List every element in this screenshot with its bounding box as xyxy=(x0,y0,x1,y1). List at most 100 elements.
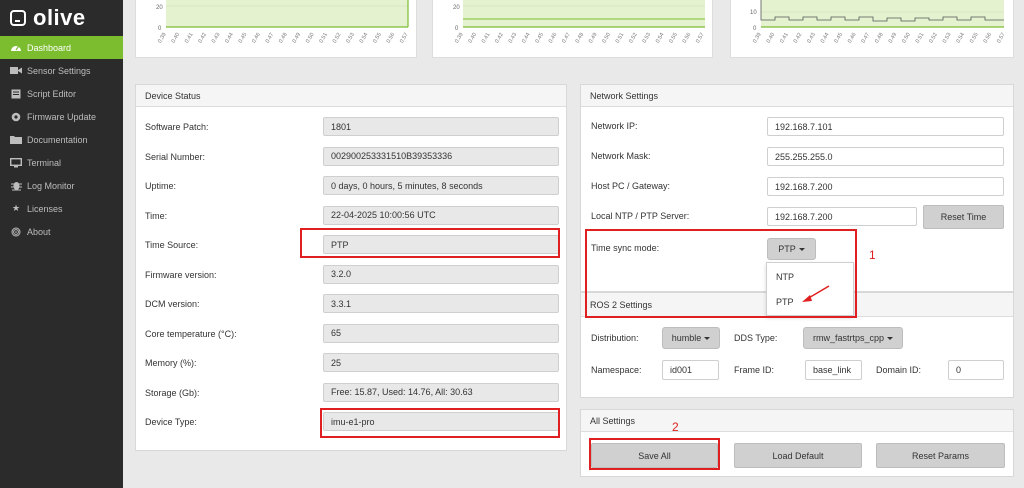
x-tick-label: 0.52 xyxy=(332,32,343,44)
chart-3: 10 0 0.39 0.40 0.41 0.42 0.43 0.44 0.45 0.46 0.4… xyxy=(750,0,1007,44)
x-tick-labels: 0.39 0.40 0.41 0.42 0.43 0.44 0.45 0.46 0.47 0.48… xyxy=(752,32,1007,44)
chart-card-2: 20 0 0.39 0.40 0.41 0.42 0.43 0.44 0.45 0.46 0.4… xyxy=(432,0,713,58)
device-status-value: 1801 xyxy=(323,117,559,136)
device-status-label: Storage (Gb): xyxy=(145,387,200,398)
sidebar-item-label: Log Monitor xyxy=(27,180,75,191)
x-tick-label: 0.43 xyxy=(508,32,519,44)
chart-card-3: 10 0 0.39 0.40 0.41 0.42 0.43 0.44 0.45 0.46 0.4… xyxy=(730,0,1014,58)
script-icon xyxy=(10,89,22,99)
y-tick-label: 0 xyxy=(753,26,757,32)
x-tick-label: 0.49 xyxy=(588,32,599,44)
highlight-save-all xyxy=(589,438,720,470)
device-status-label: Time: xyxy=(145,210,168,221)
x-tick-label: 0.39 xyxy=(752,32,763,44)
x-tick-label: 0.56 xyxy=(682,32,693,44)
logo[interactable]: olive xyxy=(0,0,123,36)
dds-type-dropdown[interactable]: rmw_fastrtps_cpp xyxy=(803,327,903,349)
x-tick-label: 0.40 xyxy=(766,32,777,44)
device-status-value: 22-04-2025 10:00:56 UTC xyxy=(323,205,559,225)
network-mask-label: Network Mask: xyxy=(591,151,651,161)
x-tick-label: 0.53 xyxy=(345,32,356,44)
x-tick-label: 0.48 xyxy=(278,32,289,44)
sidebar-item-label: Licenses xyxy=(27,203,63,214)
device-status-label: Memory (%): xyxy=(145,358,197,368)
sidebar-item-label: Firmware Update xyxy=(27,111,97,122)
x-tick-label: 0.42 xyxy=(494,32,505,44)
sidebar-item-log-monitor[interactable]: Log Monitor xyxy=(0,174,123,197)
device-status-value: 25 xyxy=(323,353,559,372)
sidebar: olive Dashboard Sensor Settings Script E… xyxy=(0,0,123,488)
reset-time-button[interactable]: Reset Time xyxy=(923,205,1004,229)
x-tick-label: 0.41 xyxy=(779,32,790,44)
frame-id-input[interactable]: base_link xyxy=(805,360,862,380)
x-tick-label: 0.51 xyxy=(915,32,926,44)
x-tick-label: 0.46 xyxy=(548,32,559,44)
sidebar-item-label: About xyxy=(27,226,51,237)
x-tick-label: 0.51 xyxy=(615,32,626,44)
sidebar-item-firmware-update[interactable]: Firmware Update xyxy=(0,105,123,128)
ntp-server-input[interactable]: 192.168.7.200 xyxy=(767,207,917,226)
device-status-label: Uptime: xyxy=(145,181,177,191)
domain-id-label: Domain ID: xyxy=(876,365,922,375)
x-tick-label: 0.44 xyxy=(820,32,831,44)
x-tick-label: 0.50 xyxy=(305,32,316,44)
dds-type-value: rmw_fastrtps_cpp xyxy=(812,333,885,343)
dashboard-icon xyxy=(10,43,22,53)
device-status-value: 002900253331510B39353336 xyxy=(323,146,559,166)
caret-down-icon xyxy=(887,336,894,340)
device-status-label: DCM version: xyxy=(145,299,200,309)
highlight-time-source xyxy=(300,228,560,258)
highlight-device-type xyxy=(320,408,560,438)
folder-icon xyxy=(10,135,22,145)
x-tick-label: 0.55 xyxy=(969,32,980,44)
domain-id-input[interactable]: 0 xyxy=(948,360,1004,380)
sidebar-item-dashboard[interactable]: Dashboard xyxy=(0,36,123,59)
gateway-input[interactable]: 192.168.7.200 xyxy=(767,177,1004,196)
reset-params-button[interactable]: Reset Params xyxy=(876,443,1005,468)
y-tick-label: 20 xyxy=(156,5,163,11)
x-tick-label: 0.54 xyxy=(359,32,370,44)
x-tick-label: 0.47 xyxy=(561,32,572,44)
device-status-label: Serial Number: xyxy=(145,151,206,162)
logo-icon xyxy=(10,10,26,26)
namespace-input[interactable]: id001 xyxy=(662,360,719,380)
star-icon: ★ xyxy=(11,203,21,213)
x-tick-label: 0.57 xyxy=(399,32,410,44)
distribution-value: humble xyxy=(671,333,702,343)
device-status-label: Device Type: xyxy=(145,417,197,427)
annotation-number-1: 1 xyxy=(869,248,876,262)
device-status-value: 65 xyxy=(323,323,559,343)
sidebar-item-label: Terminal xyxy=(27,157,62,168)
x-tick-label: 0.56 xyxy=(983,32,994,44)
device-status-panel: Device Status Software Patch: 1801 Serial … xyxy=(135,84,567,451)
x-tick-label: 0.50 xyxy=(601,32,612,44)
device-status-label: Time Source: xyxy=(145,240,199,250)
fingerprint-icon xyxy=(10,227,22,237)
device-status-label: Firmware version: xyxy=(145,269,217,280)
device-status-value: 3.2.0 xyxy=(323,264,559,284)
x-tick-label: 0.53 xyxy=(942,32,953,44)
x-tick-label: 0.52 xyxy=(928,32,939,44)
distribution-dropdown[interactable]: humble xyxy=(662,327,720,349)
load-default-button[interactable]: Load Default xyxy=(734,443,862,468)
namespace-label: Namespace: xyxy=(591,365,642,375)
x-tick-label: 0.47 xyxy=(861,32,872,44)
sidebar-item-sensor-settings[interactable]: Sensor Settings xyxy=(0,59,123,82)
sidebar-item-documentation[interactable]: Documentation xyxy=(0,128,123,151)
chart-2: 20 0 0.39 0.40 0.41 0.42 0.43 0.44 0.45 0.46 0.4… xyxy=(453,0,706,44)
sidebar-item-label: Script Editor xyxy=(27,88,77,99)
frame-id-label: Frame ID: xyxy=(734,365,775,375)
sidebar-item-script-editor[interactable]: Script Editor xyxy=(0,82,123,105)
x-tick-label: 0.43 xyxy=(211,32,222,44)
sidebar-item-terminal[interactable]: Terminal xyxy=(0,151,123,174)
sidebar-item-licenses[interactable]: ★ Licenses xyxy=(0,197,123,220)
x-tick-label: 0.50 xyxy=(901,32,912,44)
network-ip-input[interactable]: 192.168.7.101 xyxy=(767,117,1004,136)
x-tick-label: 0.39 xyxy=(157,32,168,44)
x-tick-label: 0.41 xyxy=(481,32,492,44)
x-tick-label: 0.41 xyxy=(184,32,195,44)
x-tick-label: 0.49 xyxy=(292,32,303,44)
network-mask-input[interactable]: 255.255.255.0 xyxy=(767,147,1004,166)
sidebar-item-about[interactable]: About xyxy=(0,220,123,243)
x-tick-labels: 0.39 0.40 0.41 0.42 0.43 0.44 0.45 0.46 0.47 0.48… xyxy=(157,32,410,44)
